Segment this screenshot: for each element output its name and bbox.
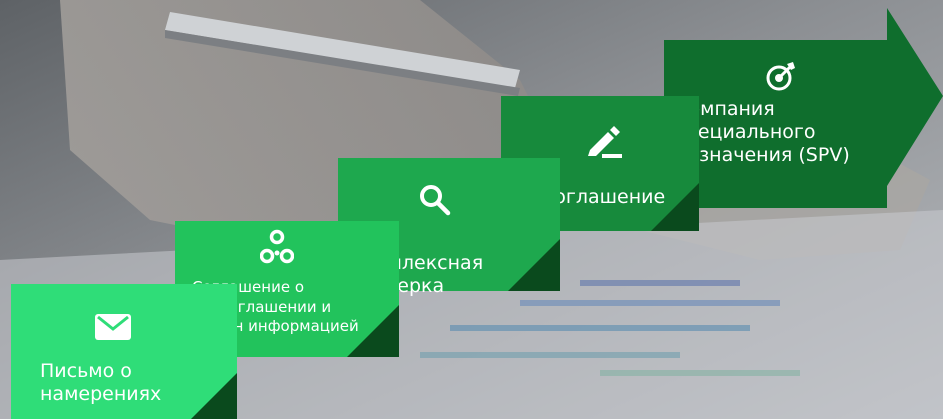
step-4-label: Соглашение: [541, 186, 666, 208]
search-icon: [418, 183, 452, 221]
nodes-icon: [259, 229, 295, 269]
step-5: Компания специального назначения (SPV): [664, 8, 943, 208]
step-1: Письмо о намерениях: [11, 284, 237, 419]
step-1-label: Письмо о намерениях: [40, 360, 162, 406]
envelope-icon: [95, 314, 131, 344]
target-icon: [765, 60, 797, 96]
pen-icon: [586, 126, 622, 162]
step-5-label: Компания специального назначения (SPV): [675, 98, 850, 167]
